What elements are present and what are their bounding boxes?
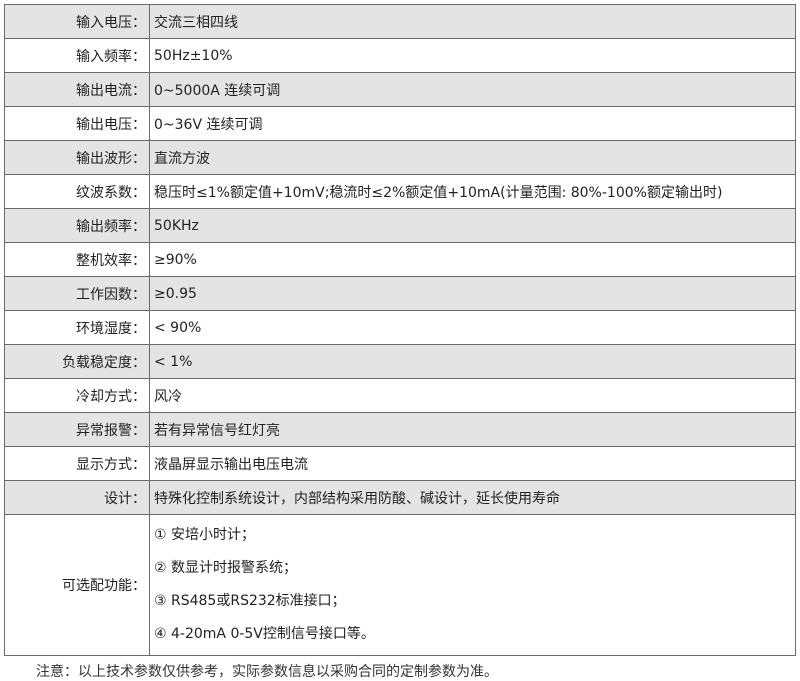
spec-value: < 90% xyxy=(149,310,796,345)
optional-feature-item: ② 数显计时报警系统； xyxy=(154,560,298,576)
spec-label: 可选配功能： xyxy=(4,514,150,656)
spec-row-output-frequency: 输出频率： 50KHz xyxy=(4,208,796,243)
spec-value: 50KHz xyxy=(149,208,796,243)
optional-feature-item: ④ 4-20mA 0-5V控制信号接口等。 xyxy=(154,626,375,642)
spec-label: 纹波系数： xyxy=(4,174,150,209)
spec-row-load-stability: 负载稳定度： < 1% xyxy=(4,344,796,379)
optional-features-list: ① 安培小时计； ② 数显计时报警系统； ③ RS485或RS232标准接口； … xyxy=(149,514,796,656)
spec-row-input-voltage: 输入电压： 交流三相四线 xyxy=(4,4,796,39)
spec-row-output-voltage: 输出电压： 0~36V 连续可调 xyxy=(4,106,796,141)
spec-row-power-factor: 工作因数： ≥0.95 xyxy=(4,276,796,311)
spec-value: 0~5000A 连续可调 xyxy=(149,72,796,107)
spec-value: 特殊化控制系统设计，内部结构采用防酸、碱设计，延长使用寿命 xyxy=(149,480,796,515)
spec-label: 输入频率： xyxy=(4,38,150,73)
spec-value: 直流方波 xyxy=(149,140,796,175)
spec-row-input-frequency: 输入频率： 50Hz±10% xyxy=(4,38,796,73)
spec-row-output-current: 输出电流： 0~5000A 连续可调 xyxy=(4,72,796,107)
spec-table: 输入电压： 交流三相四线 输入频率： 50Hz±10% 输出电流： 0~5000… xyxy=(4,4,796,656)
optional-feature-item: ① 安培小时计； xyxy=(154,527,256,543)
spec-label: 输出电流： xyxy=(4,72,150,107)
spec-value: 交流三相四线 xyxy=(149,4,796,39)
spec-row-display: 显示方式： 液晶屏显示输出电压电流 xyxy=(4,446,796,481)
spec-value: 稳压时≤1%额定值+10mV;稳流时≤2%额定值+10mA(计量范围: 80%-… xyxy=(149,174,796,209)
spec-value: 若有异常信号红灯亮 xyxy=(149,412,796,447)
spec-value: ≥90% xyxy=(149,242,796,277)
spec-label: 环境湿度： xyxy=(4,310,150,345)
disclaimer-note: 注意：以上技术参数仅供参考，实际参数信息以采购合同的定制参数为准。 xyxy=(36,664,498,680)
spec-row-cooling: 冷却方式： 风冷 xyxy=(4,378,796,413)
spec-row-design: 设计： 特殊化控制系统设计，内部结构采用防酸、碱设计，延长使用寿命 xyxy=(4,480,796,515)
spec-value: < 1% xyxy=(149,344,796,379)
spec-value: 50Hz±10% xyxy=(149,38,796,73)
spec-label: 输出频率： xyxy=(4,208,150,243)
spec-value: 0~36V 连续可调 xyxy=(149,106,796,141)
spec-value: 风冷 xyxy=(149,378,796,413)
spec-label: 输入电压： xyxy=(4,4,150,39)
spec-label: 整机效率： xyxy=(4,242,150,277)
spec-row-alarm: 异常报警： 若有异常信号红灯亮 xyxy=(4,412,796,447)
spec-row-humidity: 环境湿度： < 90% xyxy=(4,310,796,345)
spec-row-output-waveform: 输出波形： 直流方波 xyxy=(4,140,796,175)
spec-label: 工作因数： xyxy=(4,276,150,311)
spec-label: 冷却方式： xyxy=(4,378,150,413)
spec-label: 异常报警： xyxy=(4,412,150,447)
spec-value: 液晶屏显示输出电压电流 xyxy=(149,446,796,481)
spec-label: 设计： xyxy=(4,480,150,515)
optional-feature-item: ③ RS485或RS232标准接口； xyxy=(154,593,346,609)
spec-value: ≥0.95 xyxy=(149,276,796,311)
spec-label: 输出电压： xyxy=(4,106,150,141)
spec-label: 负载稳定度： xyxy=(4,344,150,379)
spec-row-ripple-coefficient: 纹波系数： 稳压时≤1%额定值+10mV;稳流时≤2%额定值+10mA(计量范围… xyxy=(4,174,796,209)
spec-row-efficiency: 整机效率： ≥90% xyxy=(4,242,796,277)
spec-label: 输出波形： xyxy=(4,140,150,175)
spec-label: 显示方式： xyxy=(4,446,150,481)
spec-row-optional-features: 可选配功能： ① 安培小时计； ② 数显计时报警系统； ③ RS485或RS23… xyxy=(4,514,796,656)
